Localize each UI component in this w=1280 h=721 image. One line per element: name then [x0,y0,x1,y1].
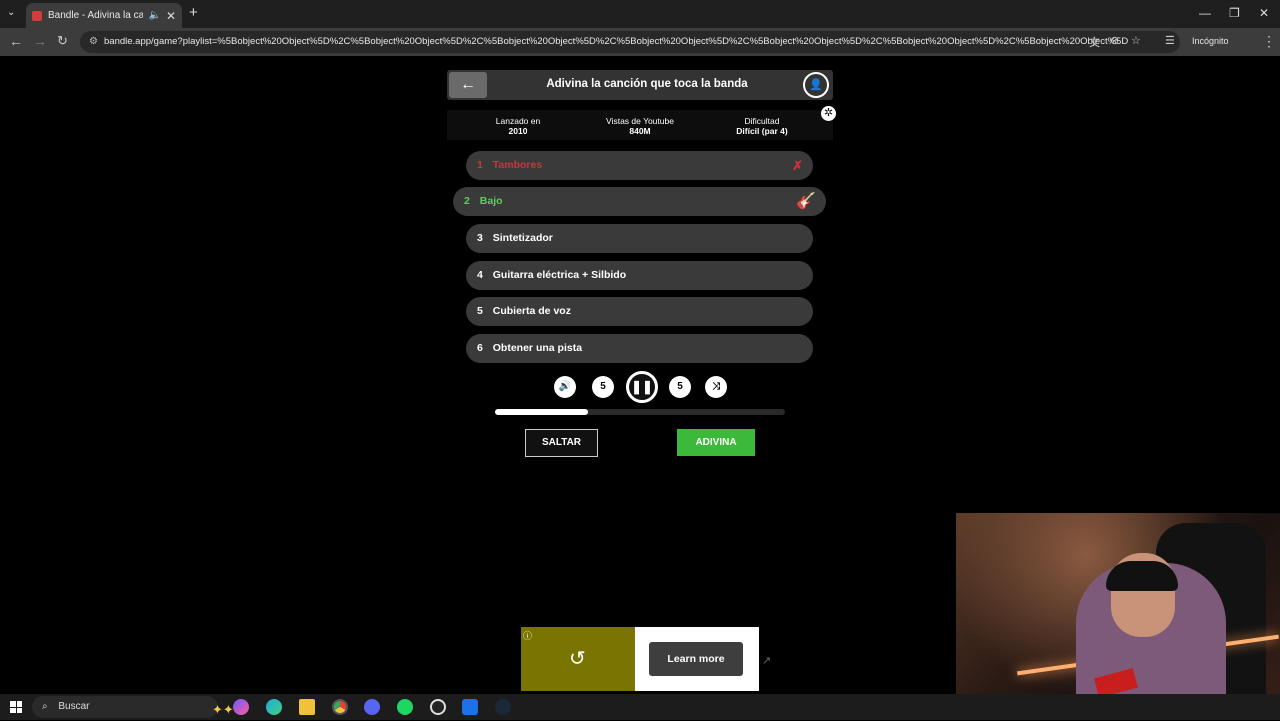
bandle-favicon-icon [32,10,42,21]
taskbar-search[interactable]: ⌕ Buscar ✦✦ [32,696,234,718]
track-number: 5 [477,305,483,317]
back-icon[interactable]: ← [9,33,23,49]
stat-value: Difícil (par 4) [736,126,788,136]
webcam-overlay [956,513,1280,720]
shuffle-off-icon[interactable]: ⤨ [705,376,727,398]
track-label: Tambores [492,159,543,171]
ad-image[interactable]: ↺ [521,627,635,691]
minimize-icon[interactable]: — [1199,6,1211,20]
incognito-badge[interactable]: Incógnito [1192,36,1229,46]
file-explorer-icon[interactable] [299,699,315,715]
site-info-icon[interactable]: ⚙ [89,31,98,53]
progress-fill [495,409,588,415]
stat-views: Vistas de Youtube 840M [590,116,690,136]
ad-info-icon[interactable]: ⓘ [523,629,532,642]
stat-label: Vistas de Youtube [606,116,674,126]
progress-bar[interactable] [495,409,785,415]
new-tab-icon[interactable]: + [189,4,198,21]
bass-guitar-icon: 🎸 [796,193,816,210]
ad-banner[interactable]: ↺ ⓘ Learn more [521,627,759,691]
tab-title: Bandle - Adivina la canción [48,10,144,21]
tab-search-icon[interactable]: ⌄ [7,7,15,18]
forward-icon[interactable]: → [33,33,47,49]
stat-label: Lanzado en [495,116,541,126]
track-label: Guitarra eléctrica + Silbido [492,269,627,281]
outlook-icon[interactable] [462,699,478,715]
song-stats: Lanzado en 2010 Vistas de Youtube 840M D… [447,110,833,140]
stat-label: Dificultad [744,116,780,126]
browser-tab[interactable]: Bandle - Adivina la canción 🔈 ✕ [26,3,182,28]
track-label: Obtener una pista [492,342,583,354]
windows-start-icon[interactable] [10,701,22,713]
track-number: 1 [477,159,483,171]
ad-choices-icon[interactable]: ↗ [762,654,771,667]
learn-more-button[interactable]: Learn more [649,642,743,676]
stat-release: Lanzado en 2010 [468,116,568,136]
track-number: 3 [477,232,483,244]
track-item-2[interactable]: 2 Bajo 🎸 [453,187,826,216]
failed-x-icon: ✗ [792,158,803,173]
track-item-5[interactable]: 5 Cubierta de voz [466,297,813,326]
forward-5-button[interactable]: 5 [669,376,691,398]
user-profile-icon[interactable]: 👤 [803,72,829,98]
track-number: 4 [477,269,483,281]
spotify-icon[interactable] [397,699,413,715]
url-bar[interactable]: ⚙ bandle.app/game?playlist=%5Bobject%20O… [80,31,1180,53]
track-number: 6 [477,342,483,354]
webcam-cap [1106,561,1178,591]
track-item-3[interactable]: 3 Sintetizador [466,224,813,253]
tracking-blocked-icon[interactable]: ⊘ [1110,34,1119,47]
translate-icon[interactable]: 文 [1089,34,1100,50]
settings-gear-icon[interactable]: ✲ [821,106,836,121]
discord-icon[interactable] [364,699,380,715]
obs-icon[interactable] [430,699,446,715]
guess-button[interactable]: ADIVINA [677,429,755,456]
back-arrow-button[interactable]: ← [449,72,487,98]
game-header: ← Adivina la canción que toca la banda 👤 [447,70,833,100]
stat-value: 2010 [508,126,528,136]
chrome-icon[interactable] [332,699,348,715]
speaker-icon[interactable]: 🔈 [148,10,160,21]
copilot-sparkle-icon: ✦✦ [212,702,234,717]
stat-value: 840M [629,126,651,136]
restore-icon[interactable]: ❐ [1229,6,1240,20]
close-window-icon[interactable]: ✕ [1259,6,1269,20]
track-number: 2 [464,195,470,207]
windows-taskbar: ⌕ Buscar ✦✦ [0,694,1280,720]
track-label: Cubierta de voz [492,305,571,317]
steam-icon[interactable] [495,699,511,715]
bookmark-star-icon[interactable]: ☆ [1131,34,1141,47]
edge-icon[interactable] [266,699,282,715]
replay-icon[interactable]: ↺ [569,646,586,671]
track-item-4[interactable]: 4 Guitarra eléctrica + Silbido [466,261,813,290]
track-label: Sintetizador [492,232,553,244]
reload-icon[interactable]: ↻ [57,33,68,49]
address-toolbar: ← → ↻ ⚙ bandle.app/game?playlist=%5Bobje… [0,28,1280,56]
browser-menu-icon[interactable]: ⋮ [1262,33,1276,50]
stat-difficulty: Dificultad Difícil (par 4) [712,116,812,136]
pause-icon[interactable]: ❚❚ [626,371,658,403]
track-item-1[interactable]: 1 Tambores ✗ [466,151,813,180]
skip-button[interactable]: SALTAR [525,429,598,457]
url-text: bandle.app/game?playlist=%5Bobject%20Obj… [104,36,1129,47]
search-icon: ⌕ [42,701,48,712]
copilot-icon[interactable] [233,699,249,715]
volume-icon[interactable]: 🔊 [554,376,576,398]
rewind-5-button[interactable]: 5 [592,376,614,398]
reading-list-icon[interactable]: ☰ [1165,34,1175,47]
track-item-6[interactable]: 6 Obtener una pista [466,334,813,363]
game-title: Adivina la canción que toca la banda [546,78,748,90]
search-label: Buscar [58,701,90,712]
close-tab-icon[interactable]: ✕ [166,9,176,23]
track-label: Bajo [479,195,503,207]
browser-tabbar: ⌄ Bandle - Adivina la canción 🔈 ✕ + — ❐ … [0,0,1280,28]
